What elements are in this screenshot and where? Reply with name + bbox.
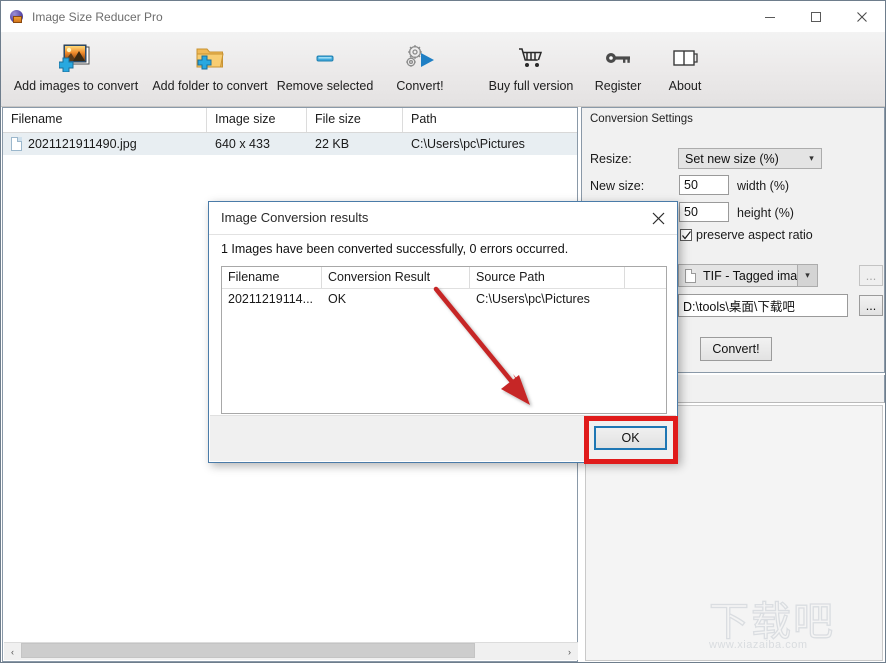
app-globe-icon	[9, 9, 25, 25]
settings-group-title: Conversion Settings	[590, 113, 693, 125]
about-label: About	[668, 79, 702, 93]
height-unit-label: height (%)	[737, 206, 794, 220]
maximize-button[interactable]	[793, 1, 839, 32]
dialog-list-header: Filename Conversion Result Source Path	[222, 267, 666, 289]
dialog-column-spacer	[625, 267, 666, 288]
dialog-footer: OK	[210, 415, 676, 461]
window-controls	[747, 1, 885, 32]
file-list-header: Filename Image size File size Path	[3, 108, 577, 133]
resize-label: Resize:	[590, 152, 632, 166]
buy-full-version-button[interactable]: Buy full version	[481, 32, 581, 98]
image-conversion-results-dialog: Image Conversion results 1 Images have b…	[208, 201, 678, 463]
book-icon	[670, 40, 700, 76]
cell-image-size: 640 x 433	[215, 137, 270, 151]
table-row[interactable]: 2021121911490.jpg 640 x 433 22 KB C:\Use…	[3, 133, 577, 155]
key-icon	[603, 40, 633, 76]
width-input[interactable]: 50	[679, 175, 729, 195]
convert-toolbar-label: Convert!	[396, 79, 444, 93]
shopping-cart-icon	[516, 40, 546, 76]
column-header-file-size[interactable]: File size	[307, 108, 403, 132]
output-format-value: TIF - Tagged image file	[703, 268, 797, 283]
resize-dropdown-value: Set new size (%)	[685, 151, 779, 166]
add-folder-to-convert-button[interactable]: Add folder to convert	[151, 32, 269, 98]
output-format-dropdown[interactable]: TIF - Tagged image file ▾	[678, 264, 818, 287]
add-folder-to-convert-label: Add folder to convert	[152, 79, 268, 93]
add-image-icon	[59, 40, 93, 76]
register-label: Register	[594, 79, 642, 93]
register-button[interactable]: Register	[581, 32, 655, 98]
dialog-column-result[interactable]: Conversion Result	[322, 267, 470, 288]
chevron-down-icon: ▾	[809, 153, 814, 163]
cell-filename: 2021121911490.jpg	[28, 137, 137, 151]
gears-play-icon	[403, 40, 437, 76]
dialog-message: 1 Images have been converted successfull…	[221, 242, 569, 256]
dialog-title: Image Conversion results	[221, 210, 369, 225]
add-folder-icon	[193, 40, 227, 76]
new-size-label: New size:	[590, 179, 645, 193]
width-unit-label: width (%)	[737, 179, 790, 193]
height-input[interactable]: 50	[679, 202, 729, 222]
remove-icon	[312, 40, 338, 76]
dialog-title-bar: Image Conversion results	[209, 202, 677, 235]
scroll-right-arrow[interactable]: ›	[561, 643, 578, 660]
toolbar: Add images to convert Add folder to conv…	[1, 32, 885, 107]
window-title: Image Size Reducer Pro	[32, 9, 163, 24]
format-file-icon	[685, 268, 696, 283]
scrollbar-thumb[interactable]	[21, 643, 475, 658]
remove-selected-button[interactable]: Remove selected	[269, 32, 381, 98]
buy-full-version-label: Buy full version	[488, 79, 574, 93]
dialog-results-list: Filename Conversion Result Source Path 2…	[221, 266, 667, 414]
application-window: Image Size Reducer Pro Add images to con…	[0, 0, 886, 663]
convert-button[interactable]: Convert!	[700, 337, 772, 361]
horizontal-scrollbar[interactable]: ‹ ›	[4, 642, 578, 660]
dialog-column-source-path[interactable]: Source Path	[470, 267, 625, 288]
dialog-close-button[interactable]	[645, 206, 671, 230]
cell-file-size: 22 KB	[315, 137, 350, 151]
chevron-down-icon: ▾	[797, 265, 817, 286]
cell-path: C:\Users\pc\Pictures	[411, 137, 525, 151]
column-header-filename[interactable]: Filename	[3, 108, 207, 132]
dialog-column-filename[interactable]: Filename	[222, 267, 322, 288]
format-options-button[interactable]: ...	[859, 265, 883, 286]
ok-button[interactable]: OK	[594, 426, 667, 450]
add-images-to-convert-button[interactable]: Add images to convert	[1, 32, 151, 98]
remove-selected-label: Remove selected	[276, 79, 374, 93]
column-header-path[interactable]: Path	[403, 108, 577, 132]
output-path-input[interactable]: D:\tools\桌面\下载吧	[678, 294, 848, 317]
column-header-image-size[interactable]: Image size	[207, 108, 307, 132]
scrollbar-track[interactable]	[21, 643, 561, 660]
convert-toolbar-button[interactable]: Convert!	[381, 32, 459, 98]
close-button[interactable]	[839, 1, 885, 32]
resize-dropdown[interactable]: Set new size (%) ▾	[678, 148, 822, 169]
add-images-to-convert-label: Add images to convert	[13, 79, 139, 93]
dialog-cell-source-path: C:\Users\pc\Pictures	[476, 292, 590, 306]
minimize-button[interactable]	[747, 1, 793, 32]
browse-output-button[interactable]: ...	[859, 295, 883, 316]
preserve-aspect-ratio-label: preserve aspect ratio	[696, 228, 813, 242]
title-bar: Image Size Reducer Pro	[1, 1, 885, 32]
dialog-cell-filename: 20211219114...	[228, 292, 314, 306]
scroll-left-arrow[interactable]: ‹	[4, 643, 21, 660]
file-icon	[11, 137, 22, 151]
about-button[interactable]: About	[655, 32, 715, 98]
preserve-aspect-ratio-checkbox[interactable]	[680, 229, 692, 241]
table-row[interactable]: 20211219114... OK C:\Users\pc\Pictures	[222, 289, 666, 309]
dialog-cell-result: OK	[328, 292, 347, 306]
